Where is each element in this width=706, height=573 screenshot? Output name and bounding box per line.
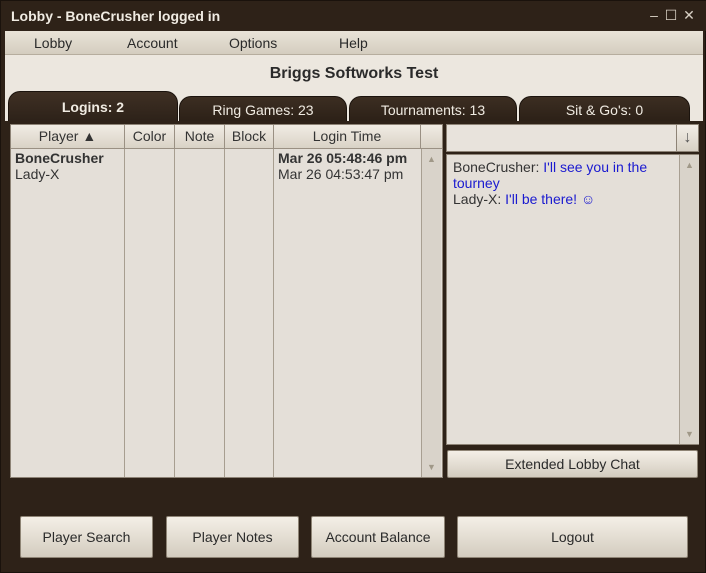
tab-logins[interactable]: Logins: 2 [8, 91, 178, 123]
tab-sit-and-gos[interactable]: Sit & Go's: 0 [519, 96, 690, 124]
chat-input-box[interactable]: ↓ [446, 124, 699, 152]
column-divider [124, 149, 125, 477]
account-balance-button[interactable]: Account Balance [311, 516, 445, 558]
lobby-window: Lobby - BoneCrusher logged in – ☐ ✕ Lobb… [0, 0, 706, 573]
scroll-up-icon[interactable]: ▲ [680, 157, 699, 173]
column-header-login-time[interactable]: Login Time [274, 125, 421, 149]
send-arrow-icon[interactable]: ↓ [676, 125, 698, 151]
player-name: Lady-X [15, 166, 60, 182]
chat-text: I'll be there! ☺ [505, 191, 596, 207]
tab-strip: Logins: 2 Ring Games: 23 Tournaments: 13… [5, 91, 703, 124]
chat-message: Lady-X: I'll be there! ☺ [453, 191, 678, 207]
menu-account[interactable]: Account [127, 35, 178, 51]
table-scrollbar[interactable]: ▲ ▼ [421, 149, 441, 477]
extended-lobby-chat-button[interactable]: Extended Lobby Chat [447, 450, 698, 478]
menu-bar: Lobby Account Options Help [5, 31, 703, 55]
scroll-down-icon[interactable]: ▼ [680, 426, 699, 442]
chat-sender: BoneCrusher: [453, 159, 540, 175]
column-divider [273, 149, 274, 477]
title-bar: Lobby - BoneCrusher logged in – ☐ ✕ [1, 1, 706, 31]
column-header-player[interactable]: Player ▲ [11, 125, 125, 149]
player-search-button[interactable]: Player Search [20, 516, 153, 558]
column-header-block[interactable]: Block [225, 125, 274, 149]
chat-sender: Lady-X: [453, 191, 502, 207]
chat-scrollbar[interactable]: ▲ ▼ [679, 155, 699, 444]
chat-message: BoneCrusher: I'll see you in the tourney [453, 159, 678, 191]
player-notes-button[interactable]: Player Notes [166, 516, 299, 558]
column-header-note[interactable]: Note [175, 125, 225, 149]
window-title: Lobby - BoneCrusher logged in [11, 8, 221, 24]
maximize-icon[interactable]: ☐ [663, 6, 679, 24]
close-icon[interactable]: ✕ [681, 6, 697, 24]
scroll-up-icon[interactable]: ▲ [422, 151, 441, 167]
player-name: BoneCrusher [15, 150, 104, 166]
scroll-down-icon[interactable]: ▼ [422, 459, 441, 475]
chat-log: BoneCrusher: I'll see you in the tourney… [446, 154, 699, 445]
page-title: Briggs Softworks Test [269, 65, 439, 82]
menu-options[interactable]: Options [229, 35, 277, 51]
header-area: Briggs Softworks Test [5, 55, 703, 91]
minimize-icon[interactable]: – [646, 6, 662, 24]
tab-tournaments[interactable]: Tournaments: 13 [349, 96, 517, 124]
column-divider [174, 149, 175, 477]
menu-lobby[interactable]: Lobby [34, 35, 72, 51]
logout-button[interactable]: Logout [457, 516, 688, 558]
login-time: Mar 26 05:48:46 pm [278, 150, 408, 166]
column-divider [224, 149, 225, 477]
column-header-color[interactable]: Color [125, 125, 175, 149]
table-header: Player ▲ Color Note Block Login Time [11, 125, 442, 149]
logins-table: Player ▲ Color Note Block Login Time Bon… [10, 124, 443, 478]
menu-help[interactable]: Help [339, 35, 368, 51]
login-time: Mar 26 04:53:47 pm [278, 166, 404, 182]
tab-ring-games[interactable]: Ring Games: 23 [179, 96, 347, 124]
